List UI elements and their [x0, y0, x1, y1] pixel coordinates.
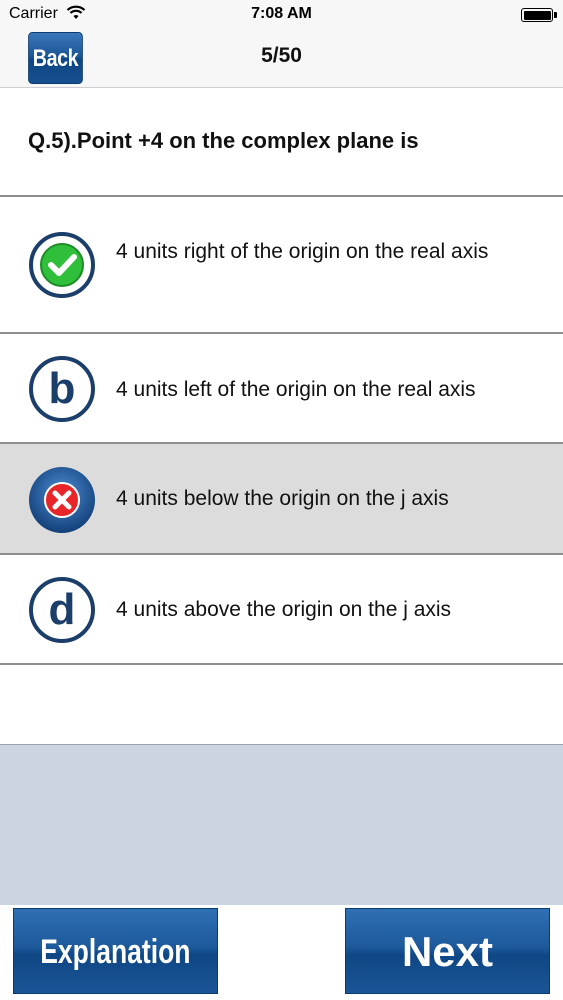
option-a[interactable]: 4 units right of the origin on the real …: [0, 197, 563, 332]
option-b[interactable]: b 4 units left of the origin on the real…: [0, 334, 563, 442]
letter-b-glyph: b: [49, 364, 76, 413]
battery-icon: [521, 8, 553, 22]
option-d[interactable]: d 4 units above the origin on the j axis: [0, 555, 563, 663]
next-button[interactable]: Next: [345, 908, 550, 994]
letter-d-glyph: d: [49, 585, 76, 634]
letter-d-icon: d: [29, 577, 95, 643]
divider: [0, 663, 563, 665]
question-progress: 5/50: [261, 44, 302, 67]
explanation-button[interactable]: Explanation: [13, 908, 218, 994]
wrong-x-icon: [29, 467, 95, 533]
option-c-text: 4 units below the origin on the j axis: [116, 487, 449, 510]
next-label: Next: [401, 928, 494, 975]
option-d-text: 4 units above the origin on the j axis: [116, 598, 452, 621]
explanation-label: Explanation: [40, 933, 191, 971]
letter-b-icon: b: [29, 356, 95, 422]
question-text: Q.5).Point +4 on the complex plane is: [28, 128, 419, 153]
battery-tip: [554, 12, 557, 18]
option-a-text: 4 units right of the origin on the real …: [116, 240, 489, 263]
option-c[interactable]: 4 units below the origin on the j axis: [0, 444, 563, 553]
option-b-text: 4 units left of the origin on the real a…: [116, 378, 476, 401]
status-bar: Carrier 7:08 AM: [0, 0, 563, 30]
status-time: 7:08 AM: [251, 5, 312, 22]
checkmark-icon: [29, 232, 95, 298]
footer-background: [0, 745, 563, 905]
navigation-bar: Back 5/50: [0, 30, 563, 88]
